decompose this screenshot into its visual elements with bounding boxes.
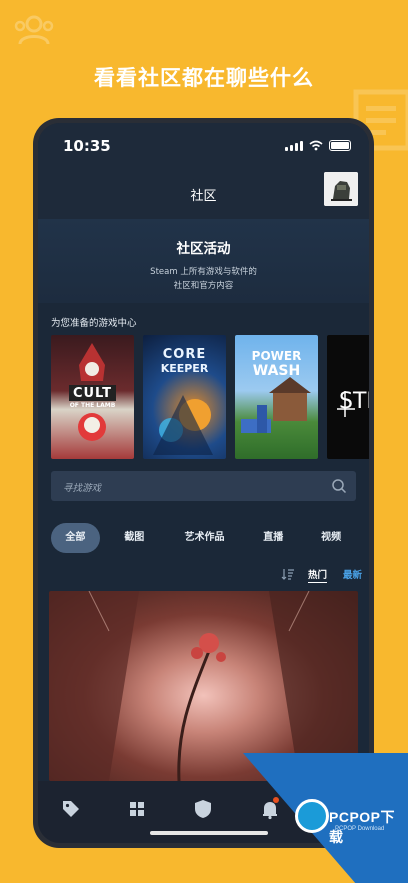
- game-hub-label: 为您准备的游戏中心: [51, 318, 137, 329]
- game-title-line2: WASH: [252, 363, 301, 379]
- sort-row: 热门 最新: [38, 561, 369, 589]
- community-activity-banner: 社区活动 Steam 上所有游戏与软件的 社区和官方内容: [38, 219, 369, 303]
- banner-subtitle-line1: Steam 上所有游戏与软件的: [150, 267, 257, 277]
- game-title-line1: CORE: [162, 347, 207, 362]
- content-tabs: 全部 截图 艺术作品 直播 视频: [38, 523, 369, 553]
- status-time: 10:35: [63, 137, 111, 155]
- banner-title: 社区活动: [176, 241, 231, 257]
- avatar[interactable]: [324, 172, 358, 206]
- tag-icon[interactable]: [60, 798, 82, 820]
- sort-icon[interactable]: [281, 568, 295, 580]
- signal-icon: [285, 140, 303, 151]
- tab-broadcasts[interactable]: 直播: [240, 523, 306, 553]
- tab-all[interactable]: 全部: [51, 523, 100, 553]
- avatar-image: [324, 172, 358, 206]
- battery-icon: [329, 140, 351, 151]
- search-placeholder: 寻找游戏: [63, 483, 102, 494]
- game-title-line2: OF THE LAMB: [69, 402, 116, 409]
- tab-videos[interactable]: 视频: [306, 523, 356, 553]
- nav-bar: 社区: [38, 167, 369, 219]
- game-card-stray[interactable]: STR: [327, 335, 369, 459]
- app-screen: 10:35 社区 社区活动 Steam 上所有游戏与软件的 社区和官方内容 为您…: [38, 123, 369, 843]
- section-gap: [38, 501, 369, 523]
- game-hub-section: 为您准备的游戏中心 CULT OF THE LAMB CORE KEEPER P…: [38, 303, 369, 501]
- game-search-input[interactable]: 寻找游戏: [51, 471, 356, 501]
- game-title-line1: STR: [339, 389, 369, 414]
- shield-icon[interactable]: [192, 798, 214, 820]
- status-icons: [285, 140, 351, 151]
- sort-new[interactable]: 最新: [343, 567, 362, 581]
- headline: 看看社区都在聊些什么: [94, 66, 314, 90]
- phone-frame: 10:35 社区 社区活动 Steam 上所有游戏与软件的 社区和官方内容 为您…: [33, 118, 374, 848]
- grid-icon[interactable]: [126, 798, 148, 820]
- game-carousel[interactable]: CULT OF THE LAMB CORE KEEPER POWER WASH …: [51, 335, 369, 459]
- status-bar: 10:35: [38, 123, 369, 167]
- banner-subtitle-line2: 社区和官方内容: [173, 281, 234, 291]
- watermark: PCPOP下载 PCPOP Download: [243, 753, 408, 883]
- game-title-line2: KEEPER: [160, 362, 209, 375]
- community-icon: [14, 15, 54, 45]
- sort-hot[interactable]: 热门: [308, 567, 328, 583]
- wifi-icon: [309, 140, 323, 151]
- tab-artwork[interactable]: 艺术作品: [169, 523, 241, 553]
- tab-screenshots[interactable]: 截图: [100, 523, 169, 553]
- nav-title: 社区: [190, 189, 217, 204]
- watermark-logo: [295, 799, 329, 833]
- game-title-line1: POWER: [251, 349, 302, 363]
- game-card-core-keeper[interactable]: CORE KEEPER: [143, 335, 226, 459]
- search-icon[interactable]: [331, 478, 347, 494]
- community-feed: 全部 截图 艺术作品 直播 视频 热门 最新: [38, 523, 369, 781]
- watermark-sub: PCPOP Download: [335, 826, 385, 832]
- game-card-powerwash-simulator[interactable]: POWER WASH: [235, 335, 318, 459]
- game-card-cult-of-the-lamb[interactable]: CULT OF THE LAMB: [51, 335, 134, 459]
- game-title-line1: CULT: [72, 386, 113, 401]
